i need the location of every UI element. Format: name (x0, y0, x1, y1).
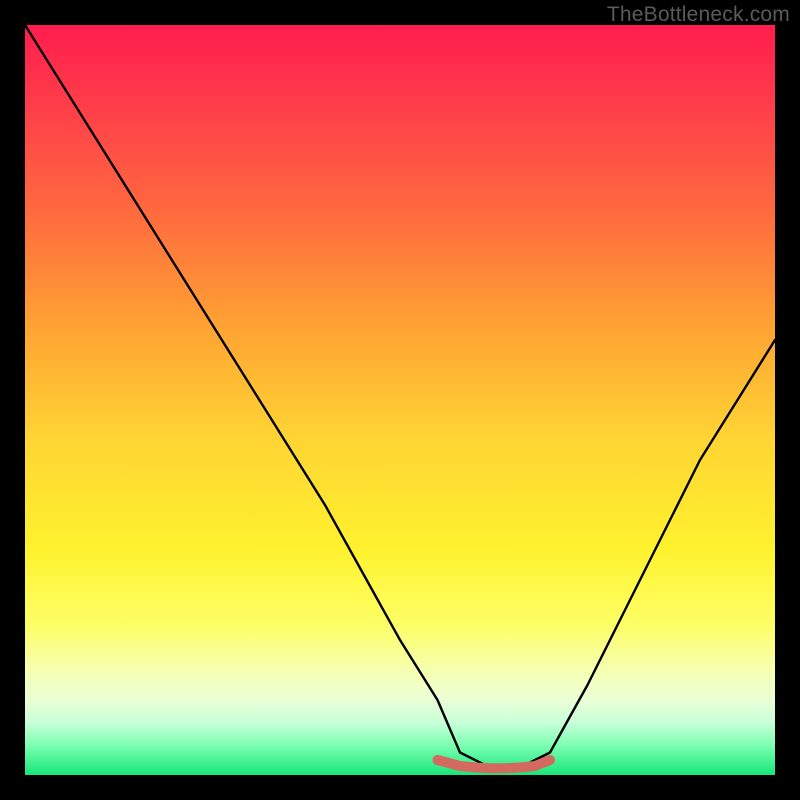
watermark-text: TheBottleneck.com (607, 3, 790, 27)
bottleneck-curve-line (25, 25, 775, 768)
chart-svg (25, 25, 775, 775)
chart-plot-area (25, 25, 775, 775)
chart-frame: TheBottleneck.com (0, 0, 800, 800)
flat-bottom-band (438, 760, 551, 768)
